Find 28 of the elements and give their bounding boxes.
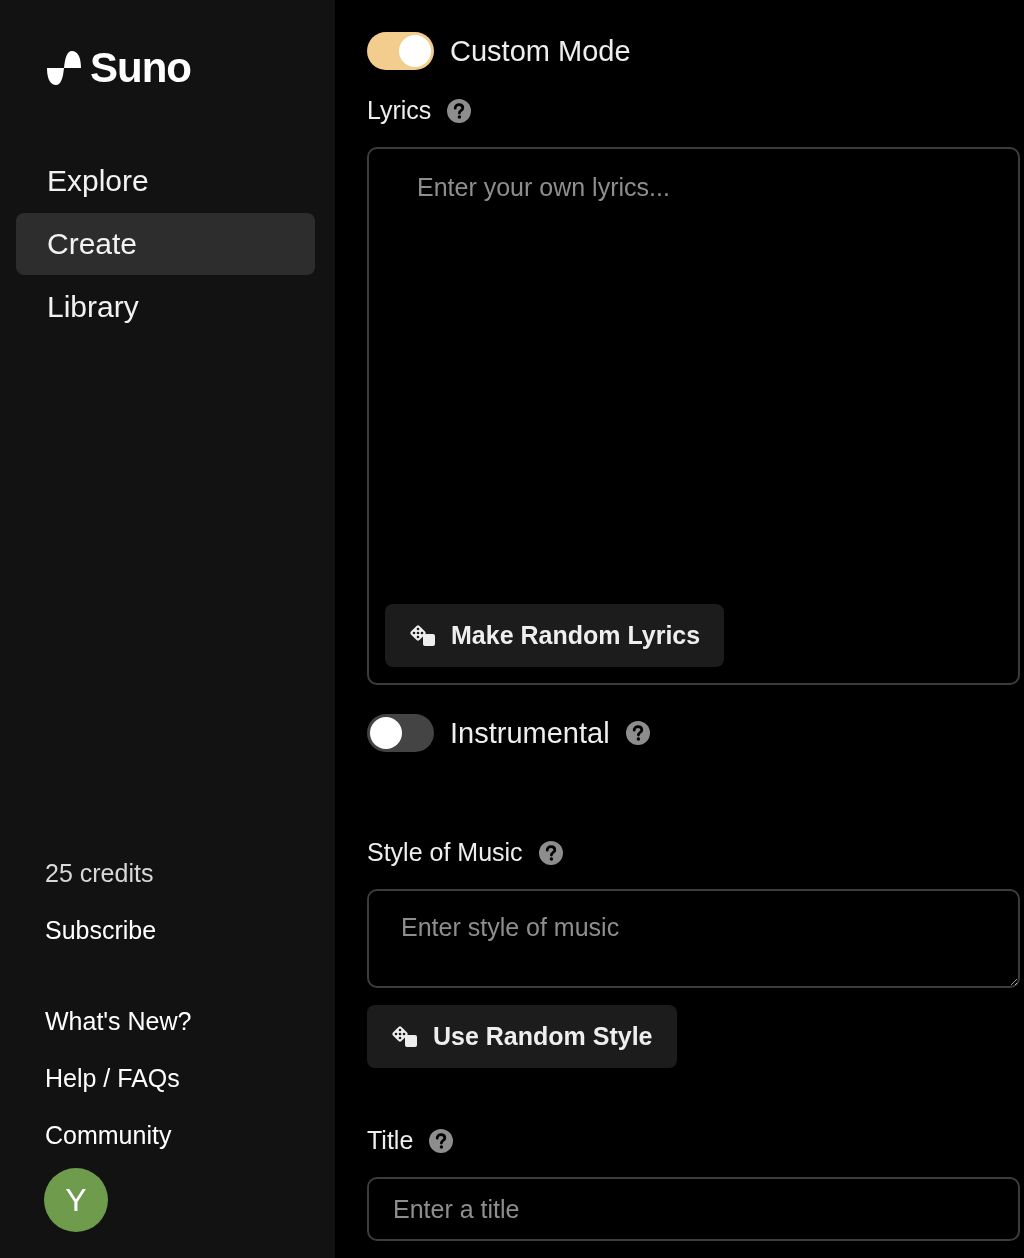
lyrics-field[interactable]: Enter your own lyrics... Make Random Lyrics — [367, 147, 1020, 685]
title-field[interactable]: Enter a title — [367, 1177, 1020, 1241]
help-icon[interactable] — [625, 721, 650, 745]
help-icon[interactable] — [538, 840, 563, 865]
logo-text: Suno — [90, 44, 191, 92]
style-field[interactable]: Enter style of music — [367, 889, 1020, 988]
credits-count: 25 credits — [45, 859, 155, 888]
title-label: Title — [367, 1126, 414, 1155]
random-lyrics-button[interactable]: Make Random Lyrics — [385, 604, 725, 667]
subscribe-link[interactable]: Subscribe — [45, 916, 335, 945]
sidebar-link[interactable]: What's New? — [45, 1007, 335, 1036]
sidebar-link[interactable]: Help / FAQs — [45, 1064, 335, 1093]
help-icon[interactable] — [447, 98, 472, 123]
nav-item[interactable]: Create — [16, 213, 315, 275]
sidebar-link[interactable]: Community — [45, 1121, 335, 1150]
custom-mode-switch[interactable] — [367, 32, 434, 70]
nav-item[interactable]: Library — [16, 276, 315, 338]
lyrics-label: Lyrics — [367, 96, 432, 125]
instrumental-label: Instrumental — [450, 716, 610, 750]
style-label: Style of Music — [367, 838, 523, 867]
wave-logo-icon — [46, 50, 82, 86]
nav-item[interactable]: Explore — [16, 150, 315, 212]
dice-icon — [391, 1024, 419, 1049]
dice-icon — [409, 623, 437, 648]
custom-mode-label: Custom Mode — [450, 34, 631, 68]
help-icon[interactable] — [429, 1128, 454, 1153]
random-style-button[interactable]: Use Random Style — [367, 1005, 677, 1068]
instrumental-switch[interactable] — [367, 714, 434, 752]
